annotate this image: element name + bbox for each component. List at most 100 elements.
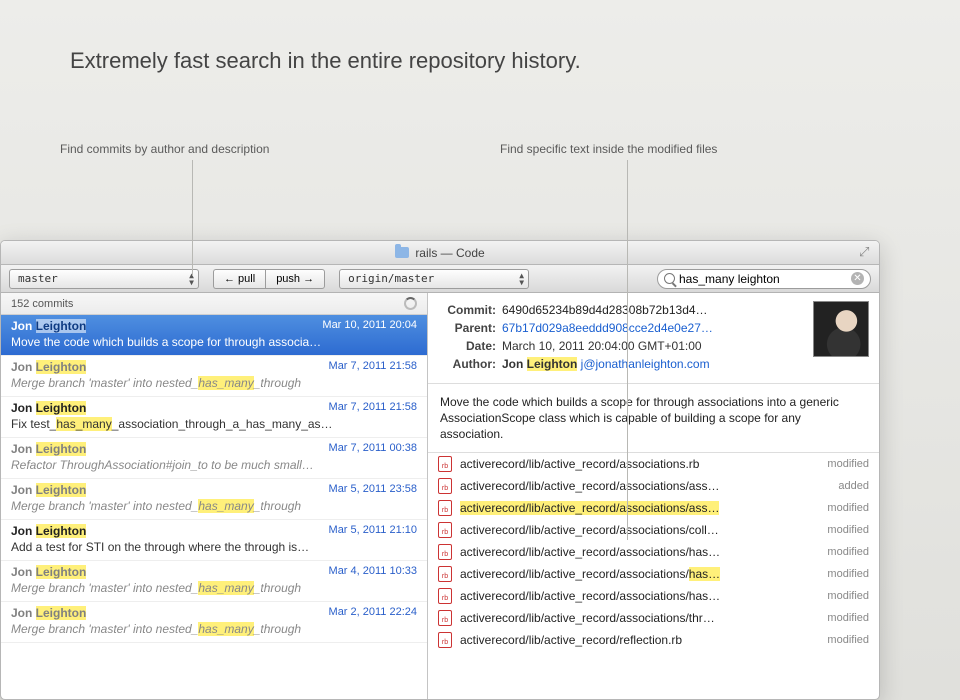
- commit-row[interactable]: Jon Leighton Mar 10, 2011 20:04 Move the c…: [1, 315, 427, 356]
- branch-selector[interactable]: master ▲▼: [9, 269, 199, 289]
- commit-author: Jon Leighton: [11, 606, 86, 620]
- commit-row[interactable]: Jon Leighton Mar 5, 2011 23:58 Merge branc…: [1, 479, 427, 520]
- callout-content-search: Find specific text inside the modified f…: [500, 142, 717, 156]
- commit-summary: Move the code which builds a scope for t…: [11, 335, 417, 349]
- file-path: activerecord/lib/active_record/reflectio…: [460, 633, 819, 647]
- file-row[interactable]: activerecord/lib/active_record/associati…: [428, 475, 879, 497]
- clear-search-icon[interactable]: ✕: [851, 272, 864, 285]
- commit-summary: Merge branch 'master' into nested_has_ma…: [11, 376, 417, 390]
- file-path: activerecord/lib/active_record/associati…: [460, 545, 819, 559]
- loading-spinner-icon: [404, 297, 417, 310]
- commit-list-pane: 152 commits Jon Leighton Mar 10, 2011 20:…: [1, 293, 428, 699]
- ruby-file-icon: [438, 566, 452, 582]
- commit-author: Jon Leighton: [11, 524, 86, 538]
- ruby-file-icon: [438, 632, 452, 648]
- folder-icon: [395, 247, 409, 258]
- file-path: activerecord/lib/active_record/associati…: [460, 501, 819, 515]
- commit-row[interactable]: Jon Leighton Mar 7, 2011 21:58 Fix test_ha…: [1, 397, 427, 438]
- file-status: modified: [827, 590, 869, 602]
- file-row[interactable]: activerecord/lib/active_record/associati…: [428, 585, 879, 607]
- app-window: rails — Code ⤢ master ▲▼ ← pull push → o…: [0, 240, 880, 700]
- commit-row[interactable]: Jon LeightonMar 7, 2011 00:38Refactor Th…: [1, 438, 427, 479]
- ruby-file-icon: [438, 456, 452, 472]
- commit-date: Mar 5, 2011 21:10: [329, 524, 417, 538]
- commit-date: Mar 10, 2011 20:04: [322, 319, 417, 333]
- commit-summary: Fix test_has_many_association_through_a_…: [11, 417, 417, 431]
- file-status: modified: [827, 546, 869, 558]
- file-row[interactable]: activerecord/lib/active_record/associati…: [428, 497, 879, 519]
- file-path: activerecord/lib/active_record/associati…: [460, 523, 819, 537]
- callout-line-right: [627, 160, 628, 540]
- ruby-file-icon: [438, 478, 452, 494]
- file-row[interactable]: activerecord/lib/active_record/associati…: [428, 563, 879, 585]
- branch-name: master: [18, 272, 58, 285]
- file-path: activerecord/lib/active_record/associati…: [460, 457, 819, 471]
- commit-date: Mar 5, 2011 23:58: [329, 483, 417, 497]
- file-status: modified: [827, 634, 869, 646]
- file-path: activerecord/lib/active_record/associati…: [460, 479, 830, 493]
- remote-selector[interactable]: origin/master ▲▼: [339, 269, 529, 289]
- commit-summary: Merge branch 'master' into nested_has_ma…: [11, 499, 417, 513]
- ruby-file-icon: [438, 588, 452, 604]
- ruby-file-icon: [438, 522, 452, 538]
- changed-files-list: activerecord/lib/active_record/associati…: [428, 453, 879, 699]
- push-button[interactable]: push →: [265, 269, 325, 289]
- commit-row[interactable]: Jon LeightonMar 4, 2011 10:33Merge branc…: [1, 561, 427, 602]
- file-row[interactable]: activerecord/lib/active_record/reflectio…: [428, 629, 879, 651]
- file-path: activerecord/lib/active_record/associati…: [460, 567, 819, 581]
- file-status: modified: [827, 612, 869, 624]
- commit-author: Jon Leighton: [11, 360, 86, 374]
- commit-author: Jon Leighton: [11, 319, 86, 333]
- author-avatar: [813, 301, 869, 357]
- label-parent: Parent:: [438, 319, 496, 337]
- commit-date: Mar 7, 2011 00:38: [329, 442, 417, 456]
- label-commit: Commit:: [438, 301, 496, 319]
- commit-row[interactable]: Jon LeightonMar 5, 2011 21:10Add a test …: [1, 520, 427, 561]
- file-status: modified: [827, 458, 869, 470]
- file-row[interactable]: activerecord/lib/active_record/associati…: [428, 519, 879, 541]
- commit-author: Jon Leighton: [11, 565, 86, 579]
- window-title: rails — Code: [415, 246, 484, 260]
- commit-count-bar: 152 commits: [1, 293, 427, 315]
- file-status: modified: [827, 502, 869, 514]
- file-row[interactable]: activerecord/lib/active_record/associati…: [428, 453, 879, 475]
- label-author: Author:: [438, 355, 496, 373]
- pull-push-group: ← pull push →: [213, 269, 325, 289]
- window-titlebar: rails — Code ⤢: [1, 241, 879, 265]
- commit-date: Mar 7, 2011 21:58: [329, 401, 417, 415]
- commit-date: Mar 2, 2011 22:24: [329, 606, 417, 620]
- commit-summary: Refactor ThroughAssociation#join_to to b…: [11, 458, 417, 472]
- search-field[interactable]: ✕: [657, 269, 871, 289]
- commit-row[interactable]: Jon Leighton Mar 2, 2011 22:24 Merge branc…: [1, 602, 427, 643]
- callout-line-left: [192, 160, 193, 276]
- author-email-link[interactable]: j@jonathanleighton.com: [581, 357, 710, 371]
- commit-author: Jon Leighton: [11, 401, 86, 415]
- commit-message: Move the code which builds a scope for t…: [428, 384, 879, 453]
- file-path: activerecord/lib/active_record/associati…: [460, 611, 819, 625]
- file-path: activerecord/lib/active_record/associati…: [460, 589, 819, 603]
- commit-list[interactable]: Jon Leighton Mar 10, 2011 20:04 Move the c…: [1, 315, 427, 699]
- file-row[interactable]: activerecord/lib/active_record/associati…: [428, 541, 879, 563]
- search-input[interactable]: [679, 272, 847, 286]
- callout-author-search: Find commits by author and description: [60, 142, 269, 156]
- commit-author: Jon Leighton: [11, 483, 86, 497]
- search-icon: [664, 273, 675, 284]
- commit-summary: Merge branch 'master' into nested_has_ma…: [11, 622, 417, 636]
- label-date: Date:: [438, 337, 496, 355]
- file-row[interactable]: activerecord/lib/active_record/associati…: [428, 607, 879, 629]
- updown-icon: ▲▼: [519, 272, 524, 286]
- maximize-icon[interactable]: ⤢: [859, 245, 873, 259]
- commit-detail-pane: Commit: 6490d65234b89d4d28308b72b13d4… P…: [428, 293, 879, 699]
- commit-count: 152 commits: [11, 298, 73, 310]
- file-status: modified: [827, 568, 869, 580]
- commit-row[interactable]: Jon LeightonMar 7, 2011 21:58Merge branc…: [1, 356, 427, 397]
- commit-date: Mar 4, 2011 10:33: [329, 565, 417, 579]
- ruby-file-icon: [438, 544, 452, 560]
- commit-author: Jon Leighton j@jonathanleighton.com: [502, 355, 869, 373]
- toolbar: master ▲▼ ← pull push → origin/master ▲▼…: [1, 265, 879, 293]
- file-status: added: [838, 480, 869, 492]
- ruby-file-icon: [438, 610, 452, 626]
- pull-button[interactable]: ← pull: [213, 269, 265, 289]
- remote-name: origin/master: [348, 272, 434, 285]
- commit-metadata: Commit: 6490d65234b89d4d28308b72b13d4… P…: [428, 293, 879, 384]
